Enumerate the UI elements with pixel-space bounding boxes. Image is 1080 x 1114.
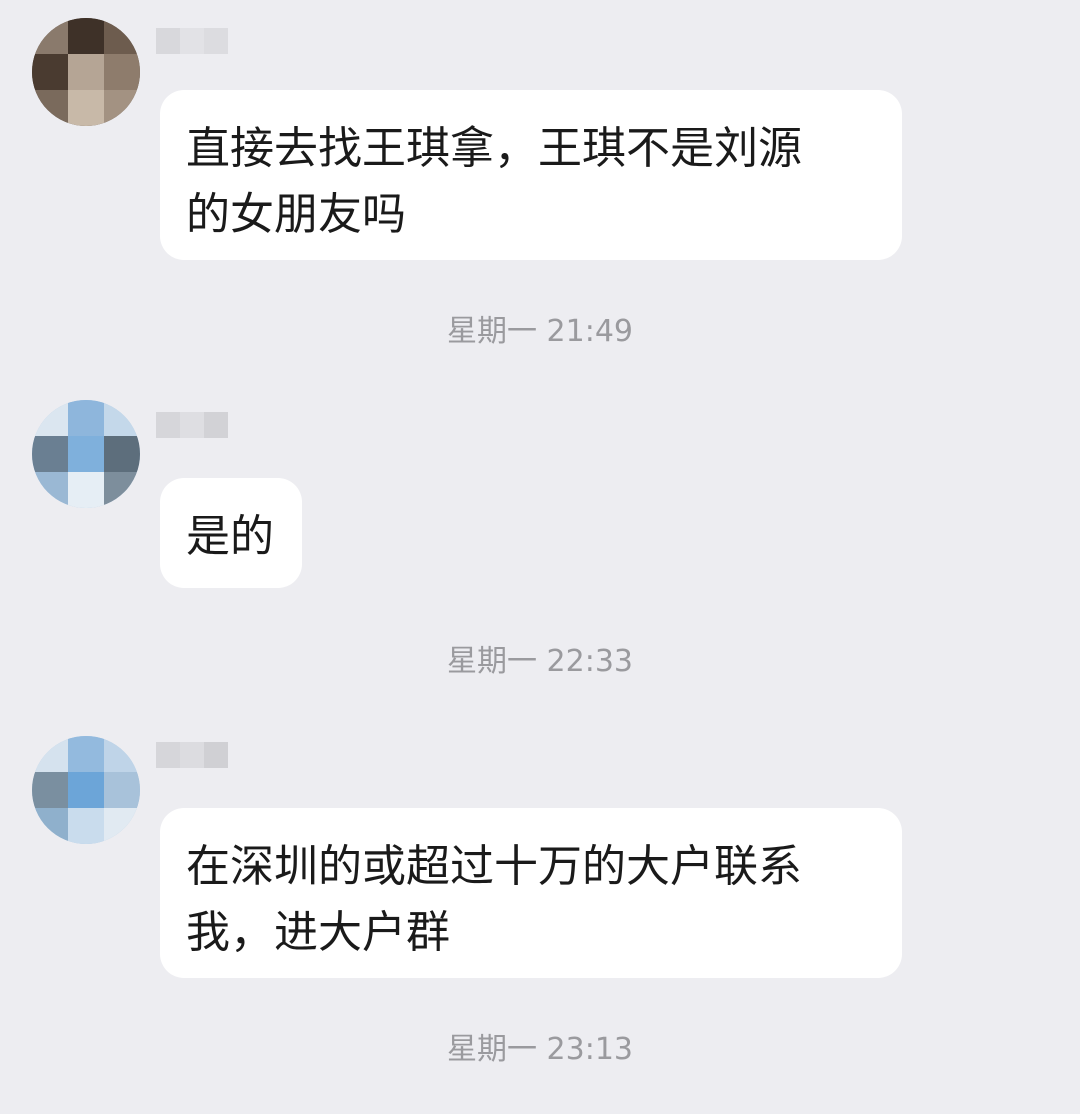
chat-view[interactable]: 直接去找王琪拿，王琪不是刘源 的女朋友吗 星期一 21:49 是的 星期一 22… [0, 0, 1080, 1114]
blurred-avatar-blue [32, 736, 140, 844]
message-timestamp: 星期一 23:13 [447, 1032, 633, 1067]
avatar[interactable] [32, 400, 140, 508]
avatar[interactable] [32, 736, 140, 844]
message-bubble[interactable]: 直接去找王琪拿，王琪不是刘源 的女朋友吗 [160, 90, 902, 260]
message-bubble[interactable]: 是的 [160, 478, 302, 588]
message-bubble[interactable]: 在深圳的或超过十万的大户联系 我，进大户群 [160, 808, 902, 978]
sender-name-blurred [156, 24, 232, 58]
blurred-avatar-dark [32, 18, 140, 126]
sender-name-blurred [156, 738, 232, 772]
message-timestamp: 星期一 22:33 [447, 644, 633, 679]
avatar[interactable] [32, 18, 140, 126]
blurred-avatar-blue [32, 400, 140, 508]
sender-name-blurred [156, 408, 232, 442]
message-timestamp: 星期一 21:49 [447, 314, 633, 349]
